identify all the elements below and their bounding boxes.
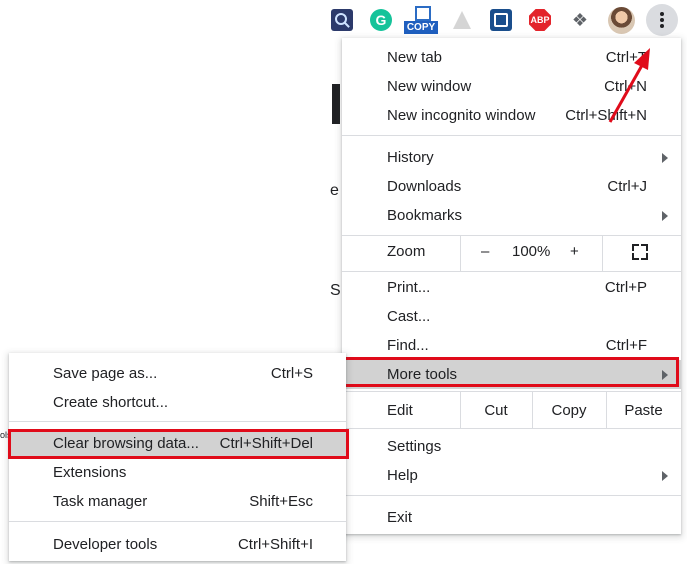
menu-item-label: Exit	[387, 509, 413, 526]
menu-separator	[9, 421, 346, 422]
menu-item-shortcut: Ctrl+Shift+N	[565, 107, 647, 124]
extensions-puzzle-icon[interactable]: ❖	[569, 9, 591, 31]
menu-item-new-incognito-window[interactable]: New incognito window Ctrl+Shift+N	[342, 101, 681, 130]
menu-item-help[interactable]: Help	[342, 461, 681, 490]
submenu-item-create-shortcut[interactable]: Create shortcut...	[9, 388, 346, 417]
menu-item-cast[interactable]: Cast...	[342, 302, 681, 331]
grammarly-extension-icon[interactable]: G	[370, 9, 392, 31]
customize-menu-button[interactable]	[646, 4, 678, 36]
menu-item-new-tab[interactable]: New tab Ctrl+T	[342, 43, 681, 72]
menu-separator	[342, 391, 681, 392]
menu-item-new-window[interactable]: New window Ctrl+N	[342, 72, 681, 101]
kebab-dot-icon	[660, 18, 664, 22]
clear-browsing-highlight-box	[8, 429, 349, 459]
menu-item-label: Settings	[387, 438, 442, 455]
menu-item-label: History	[387, 149, 434, 166]
menu-item-find[interactable]: Find... Ctrl+F	[342, 331, 681, 360]
menu-item-label: Developer tools	[53, 536, 158, 553]
kebab-dot-icon	[660, 12, 664, 16]
menu-item-label: Create shortcut...	[53, 394, 169, 411]
submenu-arrow-icon	[662, 471, 668, 481]
zoom-in-button[interactable]: +	[570, 234, 579, 270]
menu-item-label: Task manager	[53, 493, 148, 510]
menu-item-print[interactable]: Print... Ctrl+P	[342, 273, 681, 302]
zoom-out-button[interactable]: –	[481, 234, 489, 270]
copy-extension-label: COPY	[404, 21, 438, 34]
fullscreen-icon[interactable]	[632, 244, 648, 260]
menu-item-shortcut: Ctrl+S	[270, 365, 313, 382]
menu-item-label: Save page as...	[53, 365, 158, 382]
menu-separator	[342, 428, 681, 429]
menu-item-shortcut: Ctrl+N	[604, 78, 647, 95]
menu-item-shortcut: Ctrl+Shift+I	[237, 536, 313, 553]
submenu-item-extensions[interactable]: Extensions	[9, 458, 346, 487]
menu-item-label: Bookmarks	[387, 207, 463, 224]
menu-separator	[342, 135, 681, 136]
menu-item-shortcut: Ctrl+J	[607, 178, 647, 195]
zoom-label: Zoom	[387, 243, 426, 260]
menu-item-label: New window	[387, 78, 472, 95]
menu-item-label: Help	[387, 467, 418, 484]
zoom-divider	[602, 235, 603, 271]
menu-item-label: New tab	[387, 49, 443, 66]
browser-toolbar: G COPY ABP ❖	[0, 0, 687, 40]
submenu-item-save-page-as[interactable]: Save page as... Ctrl+S	[9, 359, 346, 388]
menu-separator	[342, 271, 681, 272]
menu-item-downloads[interactable]: Downloads Ctrl+J	[342, 172, 681, 201]
menu-item-shortcut: Ctrl+T	[605, 49, 647, 66]
zoom-level: 100%	[512, 243, 551, 260]
page-text-fragment: e	[330, 182, 339, 199]
menu-item-shortcut: Ctrl+F	[605, 337, 647, 354]
menu-item-label: Find...	[387, 337, 429, 354]
menu-item-shortcut: Shift+Esc	[249, 493, 313, 510]
page-text-fragment: S	[330, 282, 341, 299]
copy-extension-icon[interactable]: COPY	[404, 6, 438, 34]
search-extension-icon[interactable]	[331, 9, 353, 31]
triangle-extension-icon[interactable]	[451, 9, 473, 31]
menu-item-label: Print...	[387, 279, 431, 296]
menu-separator	[9, 521, 346, 522]
menu-item-bookmarks[interactable]: Bookmarks	[342, 201, 681, 230]
menu-item-shortcut: Ctrl+P	[604, 279, 647, 296]
edit-label: Edit	[387, 402, 413, 419]
menu-item-label: Extensions	[53, 464, 127, 481]
cut-button[interactable]: Cut	[460, 393, 532, 429]
adblock-plus-icon[interactable]: ABP	[529, 9, 551, 31]
menu-item-label: Downloads	[387, 178, 462, 195]
zoom-divider	[460, 235, 461, 271]
submenu-item-developer-tools[interactable]: Developer tools Ctrl+Shift+I	[9, 530, 346, 559]
page-dark-block	[332, 84, 340, 124]
profile-avatar[interactable]	[608, 7, 635, 34]
copy-button[interactable]: Copy	[532, 393, 606, 429]
menu-item-history[interactable]: History	[342, 143, 681, 172]
chrome-main-menu: New tab Ctrl+T New window Ctrl+N New inc…	[342, 38, 681, 534]
menu-item-label: Cast...	[387, 308, 431, 325]
submenu-item-task-manager[interactable]: Task manager Shift+Esc	[9, 487, 346, 516]
more-tools-highlight-box	[342, 357, 679, 387]
menu-separator	[342, 495, 681, 496]
kebab-dot-icon	[660, 24, 664, 28]
menu-item-settings[interactable]: Settings	[342, 432, 681, 461]
reader-extension-icon[interactable]	[490, 9, 512, 31]
submenu-arrow-icon	[662, 153, 668, 163]
menu-item-label: New incognito window	[387, 107, 536, 124]
submenu-arrow-icon	[662, 211, 668, 221]
menu-item-exit[interactable]: Exit	[342, 503, 681, 532]
paste-button[interactable]: Paste	[606, 393, 681, 429]
